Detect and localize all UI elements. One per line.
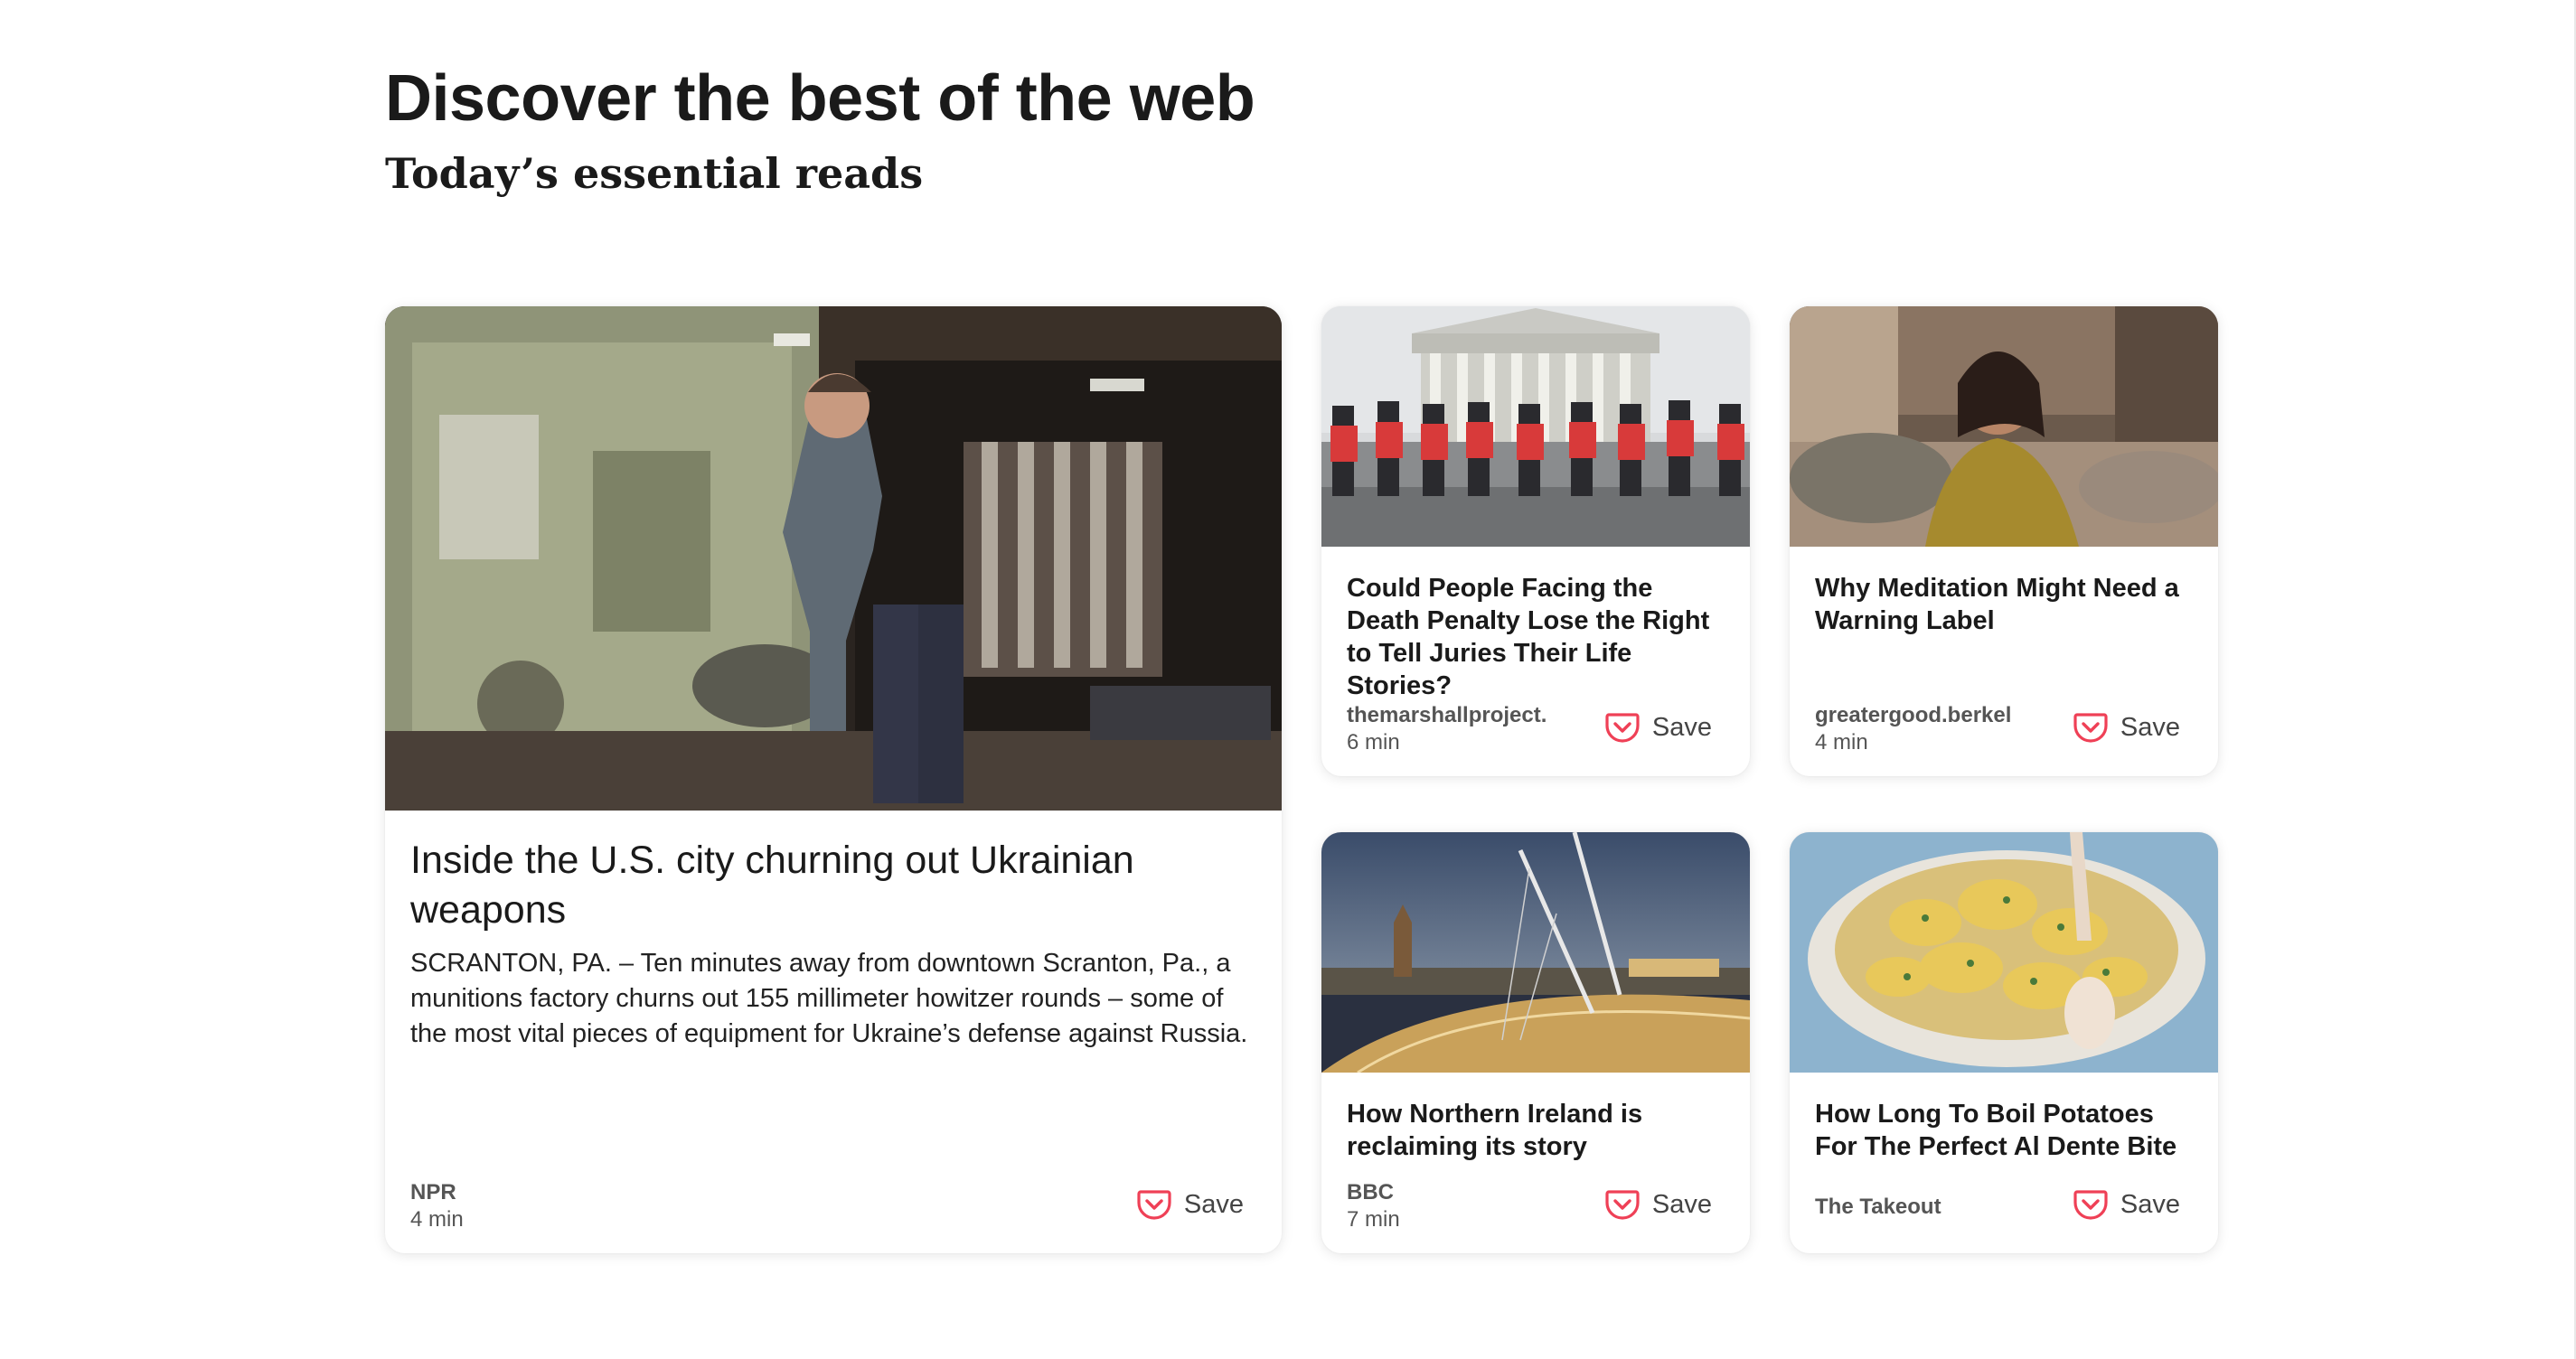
- article-source: greatergood.berkel: [1815, 703, 2012, 727]
- article-source: The Takeout: [1815, 1195, 1941, 1219]
- article-excerpt: SCRANTON, PA. – Ten minutes away from do…: [410, 949, 1248, 1048]
- article-image-bridge[interactable]: [1321, 832, 1750, 1073]
- article-title[interactable]: How Long To Boil Potatoes For The Perfec…: [1815, 1098, 2195, 1163]
- article-title[interactable]: Could People Facing the Death Penalty Lo…: [1347, 572, 1726, 702]
- article-read-time: 7 min: [1347, 1207, 1400, 1232]
- save-label: Save: [1183, 1189, 1244, 1219]
- pocket-save-icon: [1605, 711, 1640, 744]
- save-button[interactable]: Save: [2073, 711, 2180, 744]
- save-button[interactable]: Save: [2073, 1188, 2180, 1221]
- article-source: themarshallproject.: [1347, 703, 1547, 727]
- article-source: NPR: [410, 1180, 456, 1204]
- save-button[interactable]: Save: [1605, 711, 1712, 744]
- article-meta: BBC 7 min: [1347, 1179, 1400, 1233]
- page-subtitle: Today’s essential reads: [385, 149, 924, 198]
- article-meta: themarshallproject. 6 min: [1347, 702, 1547, 756]
- article-image-factory[interactable]: [385, 306, 1282, 811]
- article-card[interactable]: How Northern Ireland is reclaiming its s…: [1321, 832, 1750, 1253]
- save-button[interactable]: Save: [1137, 1188, 1244, 1221]
- article-read-time: 4 min: [410, 1207, 464, 1232]
- save-label: Save: [2120, 712, 2180, 742]
- article-card[interactable]: Why Meditation Might Need a Warning Labe…: [1790, 306, 2218, 776]
- save-button[interactable]: Save: [1605, 1188, 1712, 1221]
- article-image-potatoes[interactable]: [1790, 832, 2218, 1073]
- article-read-time: 4 min: [1815, 730, 1868, 754]
- article-card[interactable]: Could People Facing the Death Penalty Lo…: [1321, 306, 1750, 776]
- page-title: Discover the best of the web: [385, 62, 1255, 135]
- article-meta: The Takeout: [1815, 1194, 1941, 1221]
- pocket-save-icon: [2073, 1188, 2108, 1221]
- article-image-meditation[interactable]: [1790, 306, 2218, 547]
- article-grid: Inside the U.S. city churning out Ukrain…: [385, 306, 2222, 1253]
- pocket-save-icon: [1137, 1188, 1171, 1221]
- save-label: Save: [1651, 1189, 1712, 1219]
- article-read-time: 6 min: [1347, 730, 1400, 754]
- article-meta: greatergood.berkel 4 min: [1815, 702, 2011, 756]
- article-source: BBC: [1347, 1180, 1394, 1204]
- article-card-featured[interactable]: Inside the U.S. city churning out Ukrain…: [385, 306, 1282, 1253]
- article-card[interactable]: How Long To Boil Potatoes For The Perfec…: [1790, 832, 2218, 1253]
- pocket-save-icon: [1605, 1188, 1640, 1221]
- page: Discover the best of the web Today’s ess…: [0, 0, 2576, 1359]
- article-title[interactable]: Inside the U.S. city churning out Ukrain…: [410, 836, 1251, 935]
- article-title[interactable]: How Northern Ireland is reclaiming its s…: [1347, 1098, 1726, 1163]
- article-title[interactable]: Why Meditation Might Need a Warning Labe…: [1815, 572, 2195, 637]
- header: Discover the best of the web Today’s ess…: [385, 58, 1255, 201]
- article-image-supreme-court[interactable]: [1321, 306, 1750, 547]
- save-label: Save: [2120, 1189, 2180, 1219]
- save-label: Save: [1651, 712, 1712, 742]
- pocket-save-icon: [2073, 711, 2108, 744]
- article-meta: NPR 4 min: [410, 1179, 464, 1233]
